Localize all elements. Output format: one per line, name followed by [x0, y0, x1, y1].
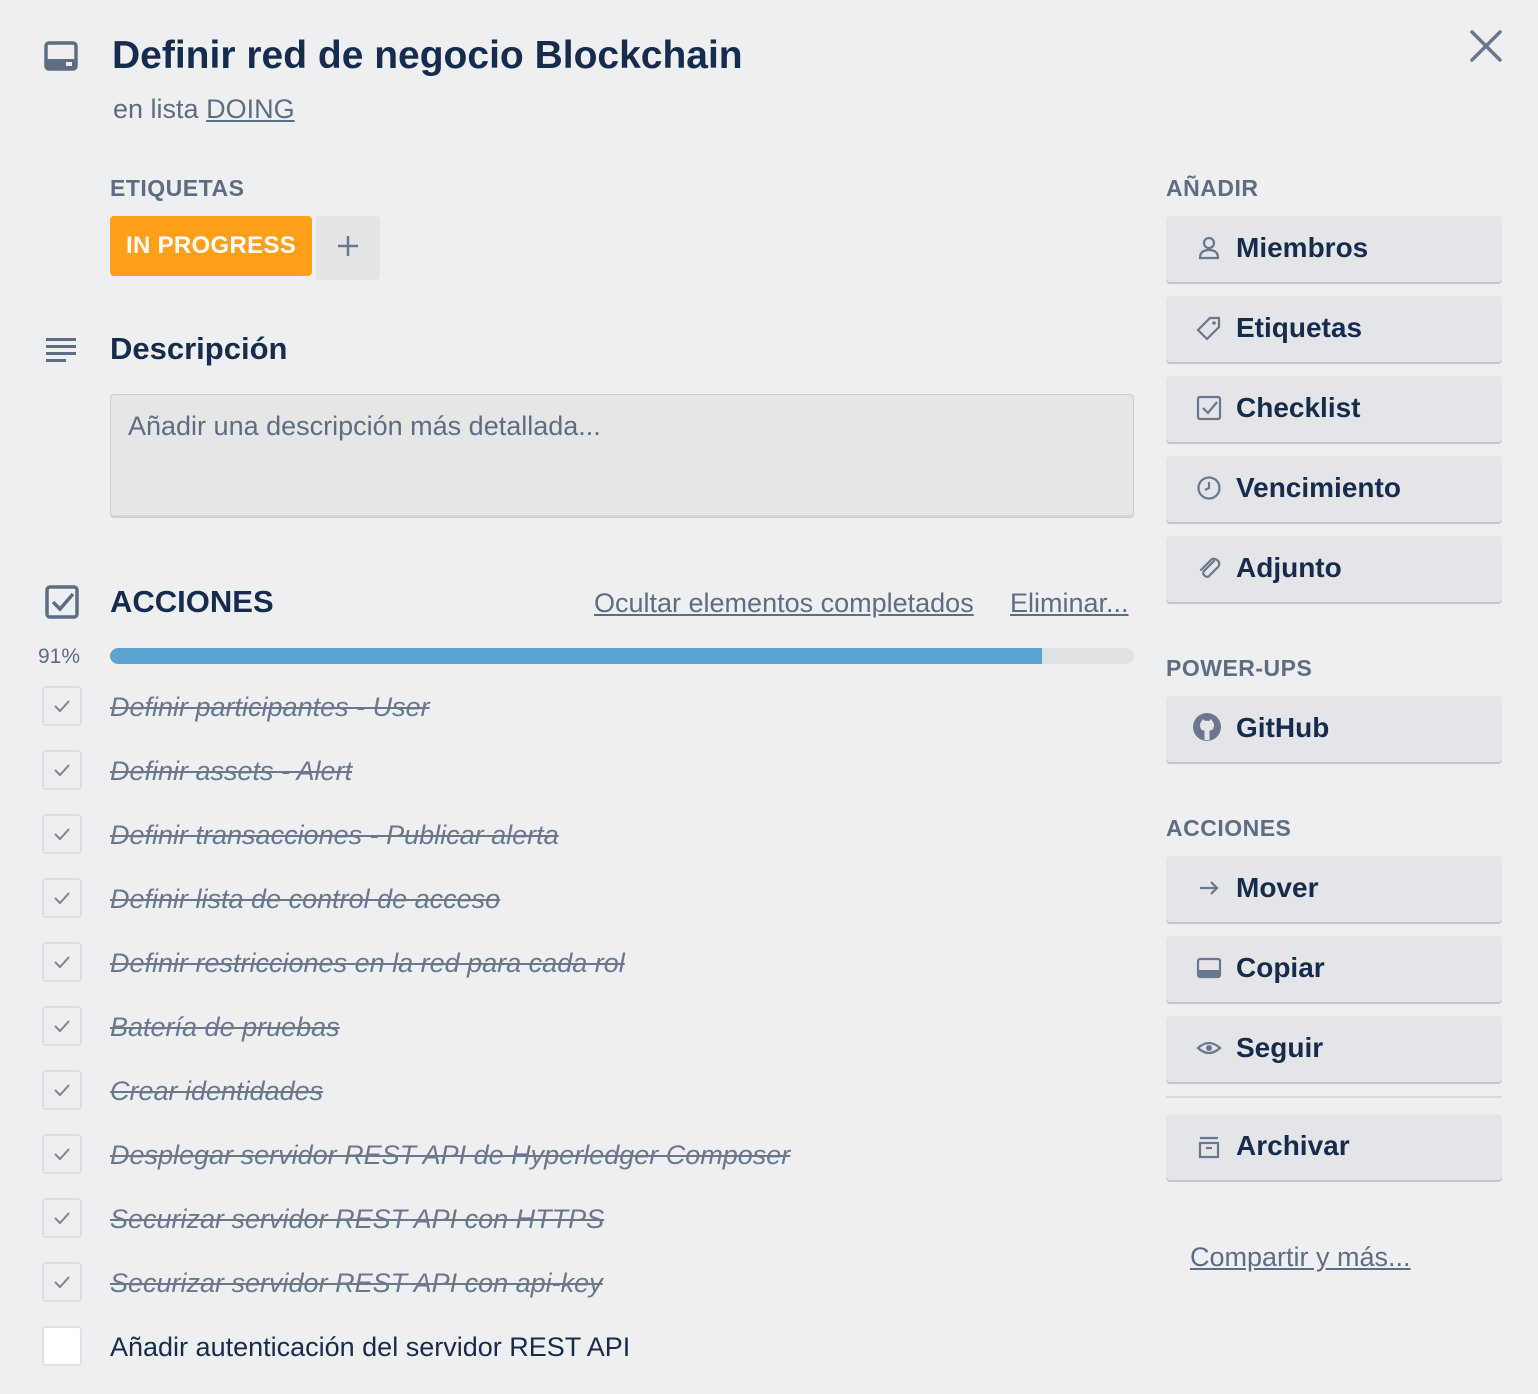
clock-icon — [1196, 475, 1222, 501]
checklist-title: ACCIONES — [110, 584, 274, 619]
checklist-item: Definir restricciones en la red para cad… — [0, 932, 1140, 996]
checkbox-icon — [1196, 395, 1222, 421]
checklist-item-checkbox[interactable] — [42, 1006, 82, 1046]
checklist-item-text[interactable]: Securizar servidor REST API con api-key — [110, 1266, 603, 1300]
checklist-item-text[interactable]: Definir participantes - User — [110, 690, 430, 724]
checklist-item: Desplegar servidor REST API de Hyperledg… — [0, 1124, 1140, 1188]
checklist-item-checkbox[interactable] — [42, 1134, 82, 1174]
follow-label: Seguir — [1236, 1032, 1324, 1063]
description-lines-icon — [44, 334, 80, 366]
members-button[interactable]: Miembros — [1166, 216, 1502, 282]
checklist-item-checkbox[interactable] — [42, 1262, 82, 1302]
plus-icon — [336, 234, 360, 263]
checkmark-icon — [54, 1276, 70, 1289]
checklist-item-checkbox[interactable] — [42, 1070, 82, 1110]
checklist-item-text[interactable]: Definir assets - Alert — [110, 754, 352, 788]
checklist-label: Checklist — [1236, 392, 1361, 423]
share-more-link[interactable]: Compartir y más... — [1190, 1240, 1411, 1274]
checklist-item: Crear identidades — [0, 1060, 1140, 1124]
checklist-item-text[interactable]: Securizar servidor REST API con HTTPS — [110, 1202, 604, 1236]
labels-label: Etiquetas — [1236, 312, 1363, 343]
labels-button[interactable]: Etiquetas — [1166, 296, 1502, 362]
github-label: GitHub — [1236, 712, 1330, 743]
checkmark-icon — [54, 764, 70, 777]
checklist-item-checkbox[interactable] — [42, 878, 82, 918]
attachment-label: Adjunto — [1236, 552, 1342, 583]
card-icon — [1196, 955, 1222, 981]
copy-label: Copiar — [1236, 952, 1325, 983]
copy-button[interactable]: Copiar — [1166, 936, 1502, 1002]
checklist-item: Definir participantes - User — [0, 676, 1140, 740]
checklist-item-text[interactable]: Definir transacciones - Publicar alerta — [110, 818, 559, 852]
archive-icon — [1196, 1133, 1222, 1159]
arrow-right-icon — [1196, 875, 1222, 901]
due-date-label: Vencimiento — [1236, 472, 1401, 503]
list-prefix: en lista — [113, 94, 199, 124]
checklist-item-checkbox[interactable] — [42, 814, 82, 854]
checkmark-icon — [54, 1212, 70, 1225]
github-button[interactable]: GitHub — [1166, 696, 1502, 762]
card-subtitle: en lista DOING — [113, 92, 295, 126]
eye-icon — [1196, 1035, 1222, 1061]
progress-bar — [110, 648, 1134, 664]
checkmark-icon — [54, 956, 70, 969]
tag-icon — [1196, 315, 1222, 341]
checklist-item: Securizar servidor REST API con api-key — [0, 1252, 1140, 1316]
label-in-progress[interactable]: IN PROGRESS — [110, 216, 312, 276]
checkmark-icon — [54, 1084, 70, 1097]
paperclip-icon — [1196, 555, 1222, 581]
checklist-item: Securizar servidor REST API con HTTPS — [0, 1188, 1140, 1252]
checklist-item-text[interactable]: Definir lista de control de acceso — [110, 882, 500, 916]
checklist-item-text[interactable]: Definir restricciones en la red para cad… — [110, 946, 625, 980]
checklist-item-checkbox[interactable] — [42, 1198, 82, 1238]
progress-fill — [110, 648, 1042, 664]
checklist-item-text[interactable]: Crear identidades — [110, 1074, 323, 1108]
archive-label: Archivar — [1236, 1130, 1350, 1161]
card-title: Definir red de negocio Blockchain — [112, 34, 743, 77]
checklist-item-text[interactable]: Añadir autenticación del servidor REST A… — [110, 1330, 630, 1364]
checklist-item: Definir transacciones - Publicar alerta — [0, 804, 1140, 868]
add-heading: AÑADIR — [1166, 175, 1259, 201]
checklist-item-text[interactable]: Batería de pruebas — [110, 1010, 340, 1044]
checklist-icon — [44, 584, 80, 620]
checkmark-icon — [54, 892, 70, 905]
checklist-item-text[interactable]: Desplegar servidor REST API de Hyperledg… — [110, 1138, 790, 1172]
checklist-item: Definir lista de control de acceso — [0, 868, 1140, 932]
checklist-item: Definir assets - Alert — [0, 740, 1140, 804]
checklist-item-checkbox[interactable] — [42, 750, 82, 790]
description-input[interactable]: Añadir una descripción más detallada... — [110, 394, 1134, 518]
list-name-link[interactable]: DOING — [206, 94, 295, 124]
github-icon — [1192, 712, 1222, 742]
delete-checklist-link[interactable]: Eliminar... — [1010, 586, 1129, 620]
checklist-item-checkbox[interactable] — [42, 686, 82, 726]
checklist-item: Añadir autenticación del servidor REST A… — [0, 1316, 1140, 1380]
progress-percent: 91% — [38, 645, 81, 668]
description-heading: Descripción — [110, 331, 288, 366]
move-button[interactable]: Mover — [1166, 856, 1502, 922]
actions-heading: ACCIONES — [1166, 815, 1292, 841]
due-date-button[interactable]: Vencimiento — [1166, 456, 1502, 522]
card-icon — [44, 40, 80, 74]
checklist-item-checkbox[interactable] — [42, 942, 82, 982]
checkmark-icon — [54, 1020, 70, 1033]
attachment-button[interactable]: Adjunto — [1166, 536, 1502, 602]
labels-heading: ETIQUETAS — [110, 175, 245, 201]
archive-button[interactable]: Archivar — [1166, 1114, 1502, 1180]
checklist-button[interactable]: Checklist — [1166, 376, 1502, 442]
hide-completed-link[interactable]: Ocultar elementos completados — [594, 586, 974, 620]
checkmark-icon — [54, 1148, 70, 1161]
checklist-item: Batería de pruebas — [0, 996, 1140, 1060]
move-label: Mover — [1236, 872, 1319, 903]
add-label-button[interactable] — [316, 216, 380, 280]
sidebar-divider — [1166, 1096, 1502, 1098]
follow-button[interactable]: Seguir — [1166, 1016, 1502, 1082]
checkmark-icon — [54, 828, 70, 841]
close-icon[interactable] — [1462, 22, 1510, 70]
powerups-heading: POWER-UPS — [1166, 655, 1313, 681]
checklist-item-checkbox[interactable] — [42, 1326, 82, 1366]
person-icon — [1196, 235, 1222, 261]
checkmark-icon — [54, 700, 70, 713]
members-label: Miembros — [1236, 232, 1369, 263]
